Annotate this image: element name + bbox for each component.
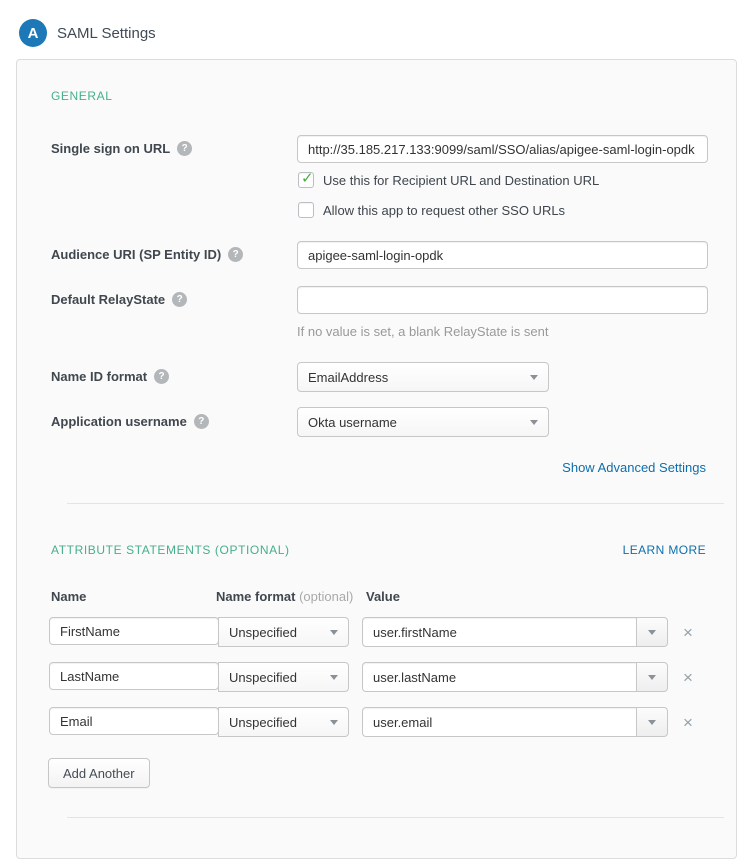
attribute-format-select[interactable]: Unspecified — [218, 617, 349, 647]
attribute-value-input[interactable] — [362, 662, 637, 692]
attribute-format-select[interactable]: Unspecified — [218, 662, 349, 692]
name-id-format-select[interactable]: EmailAddress — [297, 362, 549, 392]
column-header-format-optional: (optional) — [299, 589, 353, 604]
attribute-name-input[interactable] — [49, 662, 219, 690]
sso-url-label-text: Single sign on URL — [51, 141, 170, 156]
attribute-value-dropdown-button[interactable] — [636, 662, 668, 692]
column-header-format-text: Name format — [216, 589, 295, 604]
relay-state-label: Default RelayState ? — [51, 292, 187, 307]
other-sso-urls-checkbox-label: Allow this app to request other SSO URLs — [323, 203, 565, 218]
general-section-title: GENERAL — [51, 89, 113, 103]
checkbox-unchecked[interactable] — [298, 202, 314, 218]
name-id-format-value: EmailAddress — [308, 370, 530, 385]
help-icon[interactable]: ? — [194, 414, 209, 429]
attribute-value-input[interactable] — [362, 617, 637, 647]
check-icon: ✓ — [301, 169, 314, 187]
relay-state-input[interactable] — [297, 286, 708, 314]
attribute-value-combo — [362, 662, 668, 692]
attribute-statements-section-title: ATTRIBUTE STATEMENTS (OPTIONAL) — [51, 543, 290, 557]
attribute-format-value: Unspecified — [229, 670, 330, 685]
chevron-down-icon — [330, 675, 338, 680]
saml-settings-page: A SAML Settings GENERAL Single sign on U… — [0, 0, 749, 840]
section-divider — [67, 503, 724, 504]
add-another-button[interactable]: Add Another — [48, 758, 150, 788]
audience-uri-label-text: Audience URI (SP Entity ID) — [51, 247, 221, 262]
help-icon[interactable]: ? — [228, 247, 243, 262]
sso-url-input[interactable] — [297, 135, 708, 163]
app-username-select[interactable]: Okta username — [297, 407, 549, 437]
checkbox-checked[interactable]: ✓ — [298, 172, 314, 188]
chevron-down-icon — [648, 630, 656, 635]
remove-attribute-button[interactable]: × — [683, 714, 693, 731]
name-id-format-label: Name ID format ? — [51, 369, 169, 384]
column-header-format: Name format (optional) — [216, 589, 353, 604]
learn-more-link[interactable]: LEARN MORE — [623, 543, 706, 557]
attribute-value-combo — [362, 617, 668, 647]
help-icon[interactable]: ? — [154, 369, 169, 384]
show-advanced-settings-link[interactable]: Show Advanced Settings — [562, 460, 706, 475]
audience-uri-input[interactable] — [297, 241, 708, 269]
attribute-name-input[interactable] — [49, 617, 219, 645]
chevron-down-icon — [648, 720, 656, 725]
saml-settings-panel: GENERAL Single sign on URL ? ✓ Use this … — [16, 59, 737, 859]
column-header-name: Name — [51, 589, 86, 604]
attribute-value-dropdown-button[interactable] — [636, 617, 668, 647]
other-sso-urls-checkbox-row[interactable]: Allow this app to request other SSO URLs — [298, 202, 565, 218]
relay-state-help-text: If no value is set, a blank RelayState i… — [297, 324, 548, 339]
app-username-label: Application username ? — [51, 414, 209, 429]
attribute-value-combo — [362, 707, 668, 737]
chevron-down-icon — [330, 720, 338, 725]
chevron-down-icon — [530, 420, 538, 425]
audience-uri-label: Audience URI (SP Entity ID) ? — [51, 247, 243, 262]
help-icon[interactable]: ? — [177, 141, 192, 156]
chevron-down-icon — [330, 630, 338, 635]
chevron-down-icon — [648, 675, 656, 680]
attribute-format-select[interactable]: Unspecified — [218, 707, 349, 737]
recipient-url-checkbox-label: Use this for Recipient URL and Destinati… — [323, 173, 599, 188]
chevron-down-icon — [530, 375, 538, 380]
recipient-url-checkbox-row[interactable]: ✓ Use this for Recipient URL and Destina… — [298, 172, 599, 188]
help-icon[interactable]: ? — [172, 292, 187, 307]
column-header-value: Value — [366, 589, 400, 604]
page-title: SAML Settings — [57, 25, 156, 42]
remove-attribute-button[interactable]: × — [683, 624, 693, 641]
attribute-name-input[interactable] — [49, 707, 219, 735]
app-username-value: Okta username — [308, 415, 530, 430]
app-username-label-text: Application username — [51, 414, 187, 429]
attribute-format-value: Unspecified — [229, 625, 330, 640]
sso-url-label: Single sign on URL ? — [51, 141, 192, 156]
attribute-format-value: Unspecified — [229, 715, 330, 730]
relay-state-label-text: Default RelayState — [51, 292, 165, 307]
attribute-value-input[interactable] — [362, 707, 637, 737]
remove-attribute-button[interactable]: × — [683, 669, 693, 686]
step-a-badge: A — [19, 19, 47, 47]
bottom-divider — [67, 817, 724, 818]
name-id-format-label-text: Name ID format — [51, 369, 147, 384]
attribute-value-dropdown-button[interactable] — [636, 707, 668, 737]
